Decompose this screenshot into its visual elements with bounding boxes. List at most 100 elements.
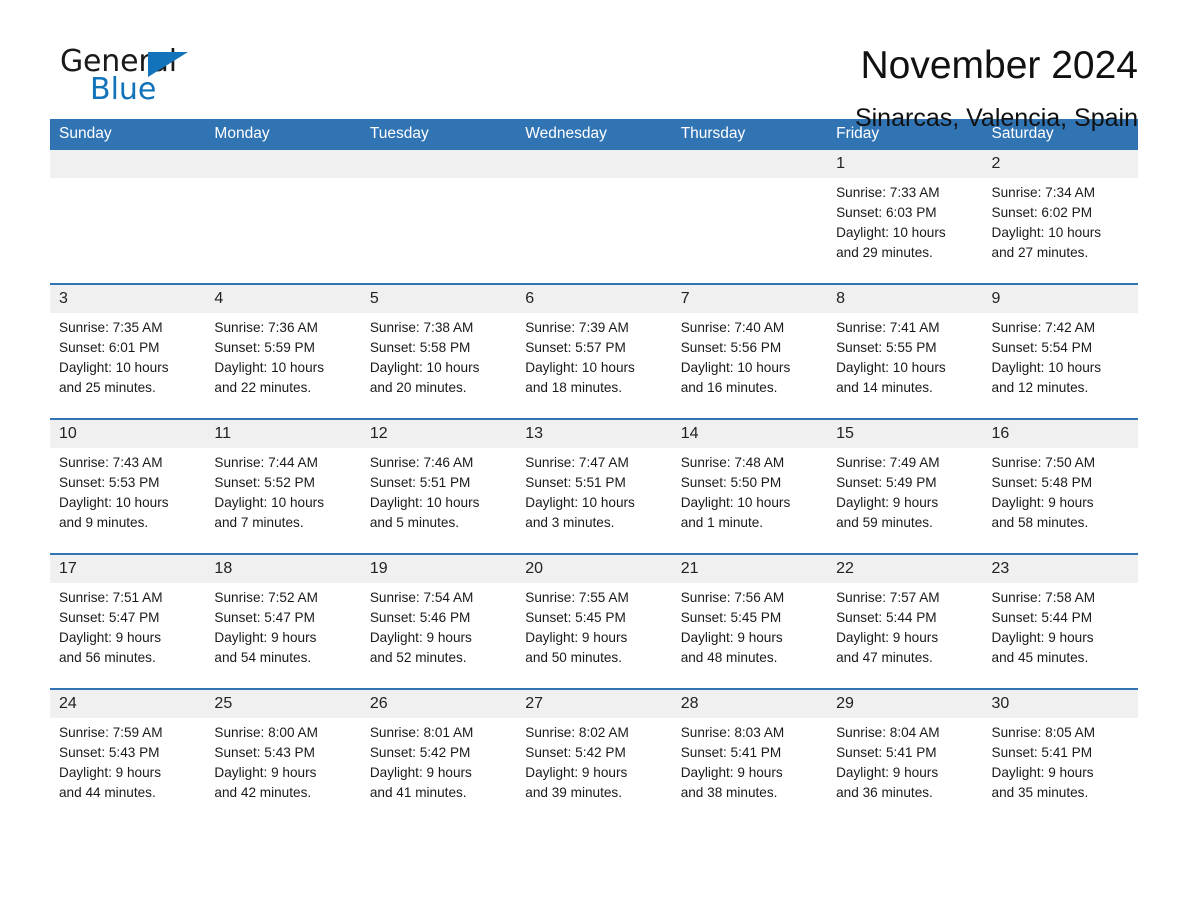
calendar-day[interactable]: 25 Sunrise: 8:00 AM Sunset: 5:43 PM Dayligh… [205,690,361,808]
sunset-text: Sunset: 5:48 PM [991,475,1093,490]
calendar-day[interactable]: 21 Sunrise: 7:56 AM Sunset: 5:45 PM Dayligh… [671,555,828,688]
sunrise-text: Sunrise: 8:01 AM [369,725,474,740]
calendar-day[interactable]: 12 Sunrise: 7:46 AM Sunset: 5:51 PM Dayligh… [360,420,517,553]
daylight-text-line2: and 12 minutes. [991,380,1089,395]
day-number: 25 [205,690,361,718]
daylight-text-line1: Daylight: 10 hours [214,360,324,375]
calendar-day[interactable]: 14 Sunrise: 7:48 AM Sunset: 5:50 PM Dayligh… [671,420,828,553]
weekday-header-sunday: Sunday [50,119,206,150]
calendar-day[interactable]: 29 Sunrise: 8:04 AM Sunset: 5:41 PM Dayligh… [827,690,983,808]
daylight-text-line2: and 42 minutes. [214,785,312,800]
calendar-day-empty [671,150,828,283]
calendar-day[interactable]: 7 Sunrise: 7:40 AM Sunset: 5:56 PM Daylight… [671,285,828,418]
weekday-header-monday: Monday [205,119,361,150]
day-number: 29 [827,690,983,718]
sunset-text: Sunset: 5:59 PM [214,340,315,355]
day-number: 20 [516,555,672,583]
calendar-day[interactable]: 3 Sunrise: 7:35 AM Sunset: 6:01 PM Daylight… [50,285,206,418]
day-number [516,150,672,178]
calendar-day[interactable]: 17 Sunrise: 7:51 AM Sunset: 5:47 PM Dayligh… [50,555,206,688]
calendar-day[interactable]: 8 Sunrise: 7:41 AM Sunset: 5:55 PM Daylight… [827,285,983,418]
calendar-day[interactable]: 11 Sunrise: 7:44 AM Sunset: 5:52 PM Dayligh… [205,420,361,553]
daylight-text-line2: and 48 minutes. [680,650,778,665]
day-number [671,150,828,178]
sunrise-text: Sunrise: 7:46 AM [369,455,474,470]
sunrise-text: Sunrise: 7:58 AM [991,590,1096,605]
day-details: Sunrise: 7:46 AM Sunset: 5:51 PM Daylight:… [361,448,516,533]
sunset-text: Sunset: 5:41 PM [991,745,1093,760]
calendar-cell [50,150,206,284]
sunset-text: Sunset: 5:42 PM [369,745,471,760]
calendar-day[interactable]: 19 Sunrise: 7:54 AM Sunset: 5:46 PM Dayligh… [360,555,517,688]
calendar-cell: 6 Sunrise: 7:39 AM Sunset: 5:57 PM Daylight… [516,283,672,419]
calendar-day[interactable]: 23 Sunrise: 7:58 AM Sunset: 5:44 PM Dayligh… [982,555,1138,688]
sunset-text: Sunset: 5:46 PM [369,610,471,625]
day-details: Sunrise: 7:50 AM Sunset: 5:48 PM Daylight:… [983,448,1138,533]
calendar-day[interactable]: 28 Sunrise: 8:03 AM Sunset: 5:41 PM Dayligh… [671,690,828,808]
day-details: Sunrise: 7:59 AM Sunset: 5:43 PM Daylight:… [50,718,205,803]
sunrise-text: Sunrise: 7:42 AM [991,320,1096,335]
sunrise-text: Sunrise: 7:35 AM [59,320,163,335]
sunrise-text: Sunrise: 7:43 AM [59,455,163,470]
sunset-text: Sunset: 5:56 PM [680,340,782,355]
day-number: 7 [671,285,828,313]
calendar-day[interactable]: 30 Sunrise: 8:05 AM Sunset: 5:41 PM Dayligh… [982,690,1138,808]
calendar-cell: 4 Sunrise: 7:36 AM Sunset: 5:59 PM Daylight… [205,283,361,419]
sunset-text: Sunset: 5:41 PM [680,745,782,760]
calendar-cell: 17 Sunrise: 7:51 AM Sunset: 5:47 PM Dayligh… [50,553,206,689]
calendar-day[interactable]: 20 Sunrise: 7:55 AM Sunset: 5:45 PM Dayligh… [516,555,672,688]
calendar-day[interactable]: 16 Sunrise: 7:50 AM Sunset: 5:48 PM Dayligh… [982,420,1138,553]
day-details: Sunrise: 8:01 AM Sunset: 5:42 PM Daylight:… [361,718,516,803]
calendar-day-empty [516,150,672,283]
day-number: 17 [50,555,206,583]
calendar-cell: 13 Sunrise: 7:47 AM Sunset: 5:51 PM Dayligh… [516,418,672,554]
daylight-text-line2: and 29 minutes. [836,245,933,260]
calendar-day[interactable]: 4 Sunrise: 7:36 AM Sunset: 5:59 PM Daylight… [205,285,361,418]
calendar-day[interactable]: 13 Sunrise: 7:47 AM Sunset: 5:51 PM Dayligh… [516,420,672,553]
sunset-text: Sunset: 5:44 PM [991,610,1093,625]
calendar-week-row: 3 Sunrise: 7:35 AM Sunset: 6:01 PM Daylight… [50,283,1138,419]
calendar-day[interactable]: 27 Sunrise: 8:02 AM Sunset: 5:42 PM Dayligh… [516,690,672,808]
calendar-day[interactable]: 22 Sunrise: 7:57 AM Sunset: 5:44 PM Dayligh… [827,555,983,688]
sunset-text: Sunset: 5:43 PM [214,745,315,760]
calendar-week-row: 10 Sunrise: 7:43 AM Sunset: 5:53 PM Dayligh… [50,418,1138,554]
daylight-text-line1: Daylight: 10 hours [680,495,791,510]
sunset-text: Sunset: 5:47 PM [59,610,160,625]
sunrise-text: Sunrise: 7:36 AM [214,320,318,335]
day-details: Sunrise: 7:56 AM Sunset: 5:45 PM Daylight:… [672,583,827,668]
calendar-body: 1 Sunrise: 7:33 AM Sunset: 6:03 PM Daylight… [50,150,1138,808]
daylight-text-line2: and 50 minutes. [525,650,622,665]
daylight-text-line2: and 27 minutes. [991,245,1089,260]
calendar-cell: 15 Sunrise: 7:49 AM Sunset: 5:49 PM Dayligh… [827,418,983,554]
day-details: Sunrise: 7:51 AM Sunset: 5:47 PM Daylight:… [50,583,205,668]
calendar-day[interactable]: 18 Sunrise: 7:52 AM Sunset: 5:47 PM Dayligh… [205,555,361,688]
day-number: 5 [360,285,517,313]
general-blue-logo[interactable]: General Blue [50,44,200,107]
day-details: Sunrise: 7:52 AM Sunset: 5:47 PM Daylight:… [205,583,360,668]
sunrise-text: Sunrise: 8:05 AM [991,725,1096,740]
calendar-day[interactable]: 26 Sunrise: 8:01 AM Sunset: 5:42 PM Dayligh… [360,690,517,808]
daylight-text-line1: Daylight: 9 hours [836,630,939,645]
calendar-day[interactable]: 2 Sunrise: 7:34 AM Sunset: 6:02 PM Daylight… [982,150,1138,283]
sunset-text: Sunset: 5:51 PM [369,475,471,490]
calendar-day[interactable]: 15 Sunrise: 7:49 AM Sunset: 5:49 PM Dayligh… [827,420,983,553]
calendar-day[interactable]: 6 Sunrise: 7:39 AM Sunset: 5:57 PM Daylight… [516,285,672,418]
day-details: Sunrise: 7:42 AM Sunset: 5:54 PM Daylight:… [983,313,1138,398]
calendar-cell: 21 Sunrise: 7:56 AM Sunset: 5:45 PM Dayligh… [671,553,828,689]
calendar-day[interactable]: 5 Sunrise: 7:38 AM Sunset: 5:58 PM Daylight… [360,285,517,418]
calendar-cell: 23 Sunrise: 7:58 AM Sunset: 5:44 PM Dayligh… [982,553,1138,689]
sunset-text: Sunset: 5:53 PM [59,475,160,490]
calendar-day[interactable]: 1 Sunrise: 7:33 AM Sunset: 6:03 PM Daylight… [827,150,983,283]
calendar-cell: 8 Sunrise: 7:41 AM Sunset: 5:55 PM Daylight… [827,283,983,419]
weekday-header-thursday: Thursday [671,119,828,150]
calendar-week-row: 24 Sunrise: 7:59 AM Sunset: 5:43 PM Dayligh… [50,688,1138,808]
day-details: Sunrise: 7:57 AM Sunset: 5:44 PM Daylight:… [827,583,982,668]
sunset-text: Sunset: 5:42 PM [525,745,626,760]
calendar-day[interactable]: 24 Sunrise: 7:59 AM Sunset: 5:43 PM Dayligh… [50,690,206,808]
day-number: 8 [827,285,983,313]
calendar-day[interactable]: 10 Sunrise: 7:43 AM Sunset: 5:53 PM Dayligh… [50,420,206,553]
sunset-text: Sunset: 5:45 PM [525,610,626,625]
calendar-cell: 26 Sunrise: 8:01 AM Sunset: 5:42 PM Dayligh… [360,688,517,808]
calendar-day[interactable]: 9 Sunrise: 7:42 AM Sunset: 5:54 PM Daylight… [982,285,1138,418]
daylight-text-line1: Daylight: 9 hours [214,765,317,780]
